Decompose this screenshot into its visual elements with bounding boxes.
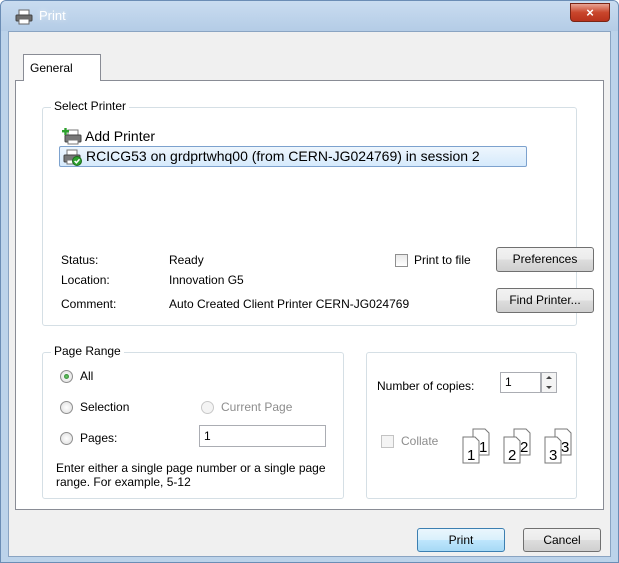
collate-set-2: 2 2 [503, 428, 531, 464]
number-of-copies-label: Number of copies: [377, 379, 475, 393]
print-to-file-label: Print to file [414, 253, 471, 267]
copies-input[interactable]: 1 [500, 372, 541, 393]
pages-input-value: 1 [204, 429, 211, 443]
collate-page-number: 3 [549, 447, 557, 464]
collate-page-number: 2 [520, 439, 528, 456]
printer-item-rcicg53[interactable]: RCICG53 on grdprtwhq00 (from CERN-JG0247… [59, 146, 527, 167]
printer-list[interactable]: Add Printer RCICG53 on grdprtwhq00 (from… [59, 126, 539, 167]
status-value: Ready [169, 253, 204, 267]
printer-item-add-printer[interactable]: Add Printer [59, 126, 539, 146]
cancel-button[interactable]: Cancel [523, 528, 601, 552]
page-range-title: Page Range [51, 344, 124, 358]
copies-group: Number of copies: 1 Collate 1 1 2 2 3 3 [366, 352, 577, 499]
printer-item-label: RCICG53 on grdprtwhq00 (from CERN-JG0247… [86, 148, 480, 164]
page-range-hint: Enter either a single page number or a s… [56, 461, 326, 489]
print-button-label: Print [448, 533, 474, 547]
location-label: Location: [61, 273, 110, 287]
selection-label: Selection [80, 400, 130, 414]
pages-radio[interactable] [60, 432, 73, 445]
collate-pages-icon: 1 1 2 2 3 3 [462, 428, 572, 464]
collate-page-number: 1 [467, 447, 475, 464]
collate-page-number: 3 [561, 439, 569, 456]
collate-page-number: 2 [508, 447, 516, 464]
find-printer-button[interactable]: Find Printer... [496, 288, 594, 313]
tab-general[interactable]: General [23, 54, 101, 81]
title-bar[interactable]: Print × [1, 1, 618, 31]
select-printer-title: Select Printer [51, 99, 130, 113]
select-printer-group: Select Printer Add Printer RCICG53 on gr… [42, 99, 594, 326]
window-title: Print [39, 8, 66, 23]
printer-icon [15, 9, 33, 25]
all-radio[interactable] [60, 370, 73, 383]
print-to-file-checkbox[interactable] [395, 254, 408, 267]
copies-spinner[interactable] [541, 372, 557, 393]
close-icon: × [586, 5, 594, 20]
printer-item-label: Add Printer [85, 128, 156, 144]
comment-label: Comment: [61, 297, 117, 311]
close-button[interactable]: × [570, 3, 610, 22]
current-page-radio[interactable] [201, 401, 214, 414]
all-label: All [80, 369, 94, 383]
dialog-client-area: General Select Printer Add Printer RCICG… [8, 31, 611, 557]
pages-label: Pages: [80, 431, 118, 445]
cancel-button-label: Cancel [543, 533, 581, 547]
tab-general-label: General [30, 61, 73, 75]
comment-value: Auto Created Client Printer CERN-JG02476… [169, 297, 410, 311]
collate-set-3: 3 3 [544, 428, 572, 464]
find-printer-label: Find Printer... [509, 293, 581, 307]
preferences-button[interactable]: Preferences [496, 247, 594, 272]
location-value: Innovation G5 [169, 273, 244, 287]
preferences-label: Preferences [512, 252, 578, 266]
collate-checkbox[interactable] [381, 435, 394, 448]
selection-radio[interactable] [60, 401, 73, 414]
network-printer-icon [63, 149, 82, 166]
page-range-group: Page Range All Selection Current Page Pa… [42, 344, 344, 499]
copies-input-value: 1 [505, 375, 512, 389]
print-button[interactable]: Print [417, 528, 505, 552]
collate-page-number: 1 [479, 439, 487, 456]
collate-set-1: 1 1 [462, 428, 490, 464]
current-page-label: Current Page [221, 400, 293, 414]
add-printer-icon [62, 128, 82, 145]
spin-down-icon [546, 386, 552, 389]
print-dialog-window: Print × General Select Printer Add Print… [0, 0, 619, 563]
collate-label: Collate [401, 434, 439, 448]
status-label: Status: [61, 253, 99, 267]
spin-up-icon [546, 376, 552, 379]
general-tab-panel: Select Printer Add Printer RCICG53 on gr… [15, 80, 604, 510]
pages-input[interactable]: 1 [199, 425, 326, 447]
